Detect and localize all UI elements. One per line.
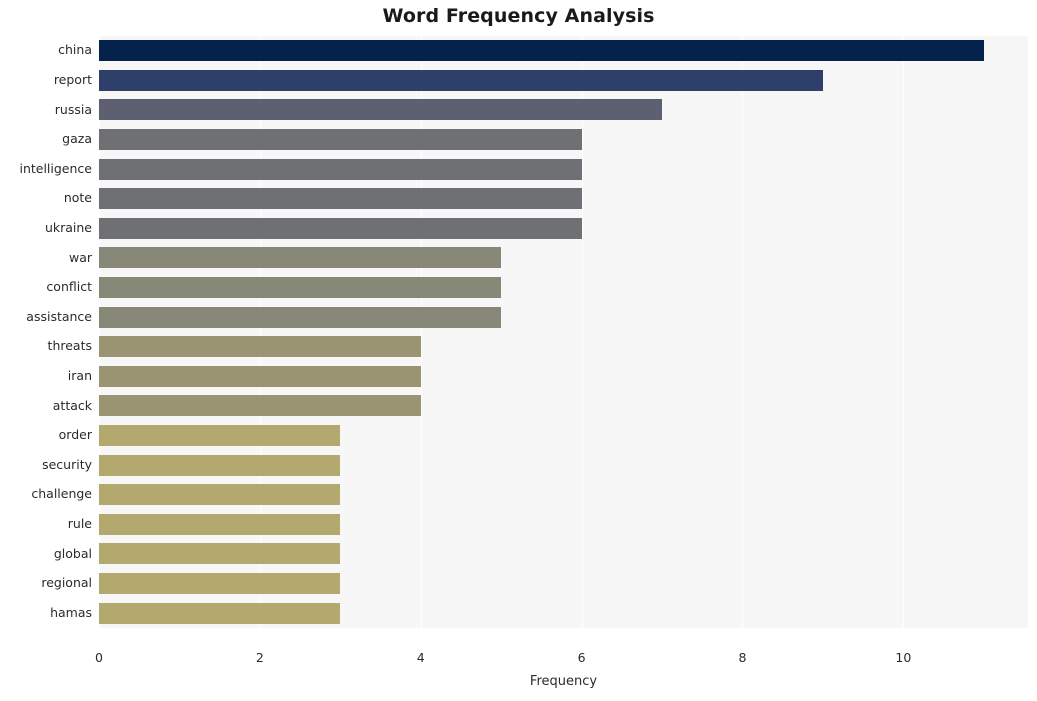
bar-assistance[interactable] [99, 306, 502, 328]
bar-row [99, 273, 1028, 303]
x-tick-label-8: 8 [738, 650, 747, 665]
bar-ukraine[interactable] [99, 217, 582, 239]
bar-hamas[interactable] [99, 602, 341, 624]
y-tick-label-gaza: gaza [62, 131, 92, 147]
bar-row [99, 95, 1028, 125]
bar-order[interactable] [99, 425, 341, 447]
bar-row [99, 450, 1028, 480]
plot-area [99, 36, 1028, 628]
bar-security[interactable] [99, 454, 341, 476]
bar-attack[interactable] [99, 395, 421, 417]
y-tick-label-china: china [58, 42, 92, 58]
y-tick-label-note: note [63, 190, 92, 206]
y-tick-label-attack: attack [52, 397, 92, 413]
y-tick-label-security: security [42, 456, 92, 472]
y-axis-tick-labels: china report russia gaza intelligence note ukr… [0, 36, 92, 628]
bar-row [99, 510, 1028, 540]
chart-title: Word Frequency Analysis [382, 5, 655, 27]
x-tick-label-2: 2 [255, 650, 264, 665]
x-tick-label-4: 4 [416, 650, 425, 665]
bar-row [99, 332, 1028, 362]
x-tick-label-6: 6 [577, 650, 586, 665]
bar-china[interactable] [99, 40, 984, 62]
bar-row [99, 243, 1028, 273]
bar-regional[interactable] [99, 573, 341, 595]
bar-report[interactable] [99, 69, 823, 91]
y-tick-label-order: order [58, 427, 92, 443]
bar-row [99, 598, 1028, 628]
bar-row [99, 391, 1028, 421]
bar-row [99, 539, 1028, 569]
y-tick-label-ukraine: ukraine [44, 219, 92, 235]
y-tick-label-conflict: conflict [46, 279, 92, 295]
y-tick-label-russia: russia [54, 101, 92, 117]
bar-row [99, 66, 1028, 96]
bar-conflict[interactable] [99, 277, 502, 299]
bar-challenge[interactable] [99, 484, 341, 506]
bar-row [99, 569, 1028, 599]
bar-row [99, 36, 1028, 66]
bar-intelligence[interactable] [99, 158, 582, 180]
bar-rule[interactable] [99, 513, 341, 535]
bar-row [99, 362, 1028, 392]
bar-row [99, 184, 1028, 214]
x-axis-tick-labels: 0 2 4 6 8 10 [0, 650, 1037, 670]
y-tick-label-global: global [53, 545, 92, 561]
bar-global[interactable] [99, 543, 341, 565]
y-tick-label-challenge: challenge [31, 486, 92, 502]
bar-row [99, 125, 1028, 155]
y-tick-label-threats: threats [47, 338, 92, 354]
y-tick-label-intelligence: intelligence [19, 160, 92, 176]
bar-row [99, 214, 1028, 244]
y-tick-label-war: war [68, 249, 92, 265]
bar-russia[interactable] [99, 99, 663, 121]
bar-war[interactable] [99, 247, 502, 269]
bar-threats[interactable] [99, 336, 421, 358]
x-axis-title: Frequency [529, 674, 598, 689]
bar-note[interactable] [99, 188, 582, 210]
y-tick-label-rule: rule [67, 515, 92, 531]
x-tick-label-0: 0 [95, 650, 103, 665]
word-frequency-chart-figure: Word Frequency Analysis china report russi… [0, 0, 1037, 701]
bar-gaza[interactable] [99, 129, 582, 151]
bar-row [99, 154, 1028, 184]
bar-row [99, 421, 1028, 451]
bar-row [99, 302, 1028, 332]
y-tick-label-assistance: assistance [26, 308, 92, 324]
bar-row [99, 480, 1028, 510]
x-tick-label-10: 10 [895, 650, 912, 665]
y-tick-label-hamas: hamas [50, 604, 92, 620]
y-tick-label-regional: regional [41, 575, 92, 591]
y-tick-label-report: report [53, 71, 92, 87]
y-tick-label-iran: iran [67, 367, 92, 383]
bars-container [99, 36, 1028, 628]
bar-iran[interactable] [99, 365, 421, 387]
